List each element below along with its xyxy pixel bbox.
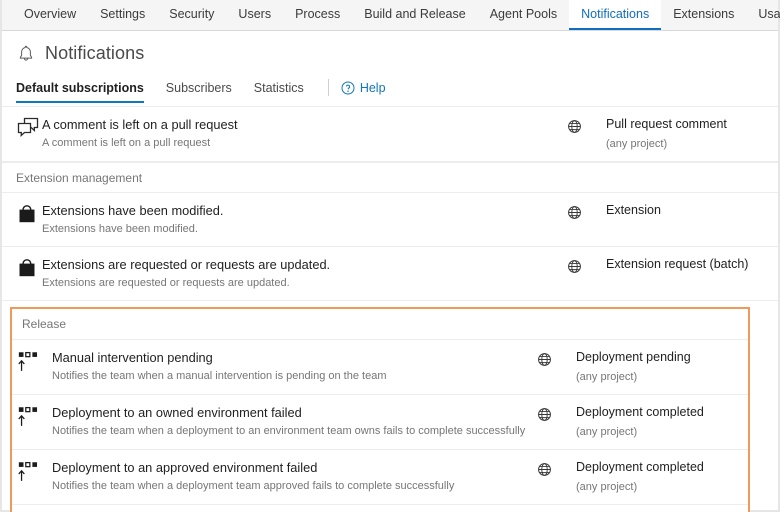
group-header: Extension management	[2, 162, 778, 193]
help-label: Help	[359, 80, 386, 95]
extension-bag-icon	[16, 202, 42, 225]
event-project-scope: (any project)	[576, 426, 638, 438]
comment-bubbles-icon	[17, 117, 39, 138]
subscription-row[interactable]: Deployment to an owned environment faile…	[12, 395, 748, 450]
extension-bag-icon	[19, 259, 35, 277]
globe-icon	[567, 120, 581, 133]
nav-tab-usage[interactable]: Usage	[746, 0, 780, 30]
event-name: Extension	[606, 203, 661, 217]
scope-globe-icon	[516, 404, 572, 422]
question-circle-icon	[341, 81, 355, 95]
pivot-tabs: Default subscriptions Subscribers Statisti…	[2, 74, 778, 104]
event-name: Pull request comment	[606, 117, 727, 131]
pivot-tab-default-subscriptions[interactable]: Default subscriptions	[16, 81, 144, 103]
event-cell: Deployment pending (any project)	[572, 349, 748, 385]
nav-tab-notifications[interactable]: Notifications	[569, 0, 662, 30]
subscription-title: Deployment to an approved environment fa…	[52, 460, 318, 475]
nav-tab-build-and-release[interactable]: Build and Release	[352, 0, 477, 30]
subscription-title: A comment is left on a pull request	[42, 117, 238, 132]
globe-icon	[537, 408, 551, 421]
nav-tab-process[interactable]: Process	[283, 0, 352, 30]
subscription-description: A comment is left on a pull request	[42, 137, 211, 149]
pivot-tab-statistics[interactable]: Statistics	[254, 81, 304, 103]
subscription-description: Extensions have been modified.	[42, 223, 198, 235]
globe-icon	[537, 353, 551, 366]
subscription-text: Deployment to an approved environment fa…	[52, 459, 516, 494]
scope-globe-icon	[546, 256, 602, 274]
release-deployment-icon	[18, 461, 38, 481]
event-cell: Deployment completed (any project)	[572, 459, 748, 495]
subscription-text: Extensions have been modified. Extensions…	[42, 202, 546, 237]
subscription-row[interactable]: Deployment to an approved environment fa…	[12, 450, 748, 505]
subscription-description: Notifies the team when a deployment to a…	[52, 425, 526, 437]
subscription-title: Manual intervention pending	[52, 350, 213, 365]
scope-globe-icon	[546, 116, 602, 134]
help-link[interactable]: Help	[341, 81, 386, 95]
event-name: Deployment completed	[576, 405, 704, 419]
top-navigation: Overview Settings Security Users Process Buil…	[2, 0, 780, 31]
group-header: Release	[12, 309, 748, 340]
nav-tab-extensions[interactable]: Extensions	[661, 0, 746, 30]
subscription-row[interactable]: A comment is left on a pull request A com…	[2, 106, 778, 162]
pivot-tab-subscribers[interactable]: Subscribers	[166, 81, 232, 103]
subscription-description: Notifies the team when a deployment team…	[52, 480, 455, 492]
event-cell: Pull request comment (any project)	[602, 116, 778, 152]
subscription-title: Deployment to an owned environment faile…	[52, 405, 302, 420]
event-name: Deployment pending	[576, 350, 691, 364]
globe-icon	[567, 206, 581, 219]
scope-globe-icon	[516, 459, 572, 477]
extension-bag-icon	[16, 256, 42, 279]
nav-tab-agent-pools[interactable]: Agent Pools	[478, 0, 569, 30]
event-name: Deployment completed	[576, 460, 704, 474]
pivot-divider	[327, 79, 329, 96]
release-deployment-icon	[18, 349, 52, 374]
highlighted-group-release: Release Manual intervention pending Notif…	[10, 307, 750, 512]
release-deployment-icon	[18, 459, 52, 484]
event-project-scope: (any project)	[606, 138, 668, 150]
subscription-description: Notifies the team when a manual interven…	[52, 370, 387, 382]
page-header: Notifications	[2, 31, 778, 70]
subscription-text: A comment is left on a pull request A com…	[42, 116, 546, 151]
subscription-text: Manual intervention pending Notifies the …	[52, 349, 516, 384]
event-cell: Deployment completed (any project)	[572, 404, 748, 440]
notification-subscriptions-list: A comment is left on a pull request A com…	[2, 106, 778, 512]
release-deployment-icon	[18, 351, 38, 371]
subscription-row[interactable]: Extensions have been modified. Extensions…	[2, 193, 778, 247]
subscription-row[interactable]: Extensions are requested or requests are…	[2, 247, 778, 301]
event-name: Extension request (batch)	[606, 257, 749, 271]
notifications-page: Overview Settings Security Users Process Buil…	[0, 0, 780, 512]
subscription-text: Deployment to an owned environment faile…	[52, 404, 526, 439]
nav-tab-security[interactable]: Security	[157, 0, 226, 30]
nav-tab-users[interactable]: Users	[226, 0, 283, 30]
nav-tab-settings[interactable]: Settings	[88, 0, 157, 30]
event-project-scope: (any project)	[576, 481, 638, 493]
scope-globe-icon	[516, 349, 572, 367]
extension-bag-icon	[19, 205, 35, 223]
scope-globe-icon	[546, 202, 602, 220]
release-deployment-icon	[18, 406, 38, 426]
page-title: Notifications	[45, 43, 145, 63]
event-project-scope: (any project)	[576, 371, 638, 383]
event-cell: Extension	[602, 202, 778, 219]
subscription-title: Extensions have been modified.	[42, 203, 224, 218]
event-cell: Extension request (batch)	[602, 256, 778, 273]
nav-tab-overview[interactable]: Overview	[12, 0, 88, 30]
subscription-row[interactable]: Deployment completion failuresNotifies t…	[12, 505, 748, 512]
globe-icon	[537, 463, 551, 476]
subscription-row[interactable]: Manual intervention pending Notifies the …	[12, 340, 748, 395]
globe-icon	[567, 260, 581, 273]
subscription-title: Extensions are requested or requests are…	[42, 257, 331, 272]
comment-bubbles-icon	[16, 116, 42, 139]
bell-icon	[16, 44, 36, 64]
subscription-description: Extensions are requested or requests are…	[42, 277, 290, 289]
subscription-text: Extensions are requested or requests are…	[42, 256, 546, 291]
release-deployment-icon	[18, 404, 52, 429]
